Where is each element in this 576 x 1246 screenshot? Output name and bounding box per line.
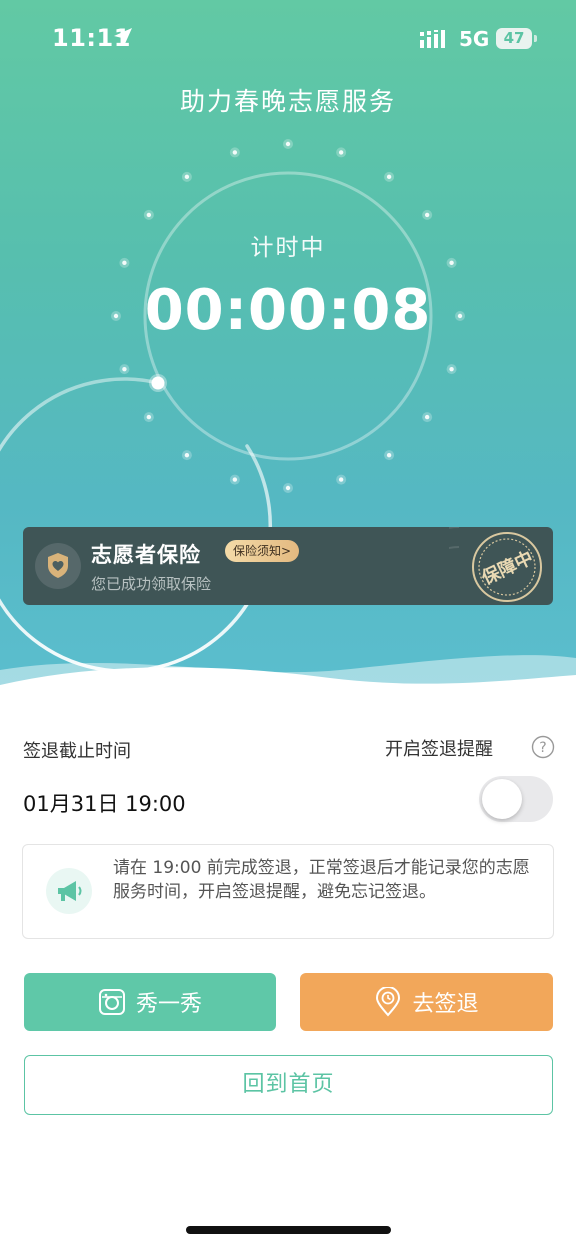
timer-status: 计时中 [250, 235, 326, 261]
home-indicator [186, 1226, 391, 1234]
timer-dial [0, 139, 465, 673]
show-off-button[interactable]: 秀一秀 [24, 973, 276, 1031]
megaphone-icon [46, 868, 92, 914]
dial-dot [122, 366, 127, 372]
dial-dot [424, 212, 430, 218]
reminder-label: 开启签退提醒 [385, 739, 493, 760]
dial-dot [457, 313, 463, 319]
timer-value: 00:00:08 [144, 278, 432, 343]
wave-decoration [0, 655, 576, 720]
dial-dot [449, 260, 454, 266]
notice-text: 请在 19:00 前完成签退，正常签退后才能记录您的志愿服务时间，开启签退提醒，… [113, 858, 530, 902]
notice-box: 请在 19:00 前完成签退，正常签退后才能记录您的志愿服务时间，开启签退提醒，… [22, 844, 554, 939]
checkout-label: 去签退 [412, 992, 479, 1017]
dial-dot [285, 141, 291, 147]
dial-dot [338, 477, 344, 482]
dial-ring [0, 377, 272, 673]
dial-dot [232, 150, 238, 155]
checkout-deadline-value: 01月31日 19:00 [23, 792, 186, 816]
svg-text:?: ? [539, 740, 546, 756]
dial-dot [113, 313, 119, 319]
location-clock-icon [376, 987, 401, 1017]
insurance-card[interactable]: 志愿者保险 保险须知> 您已成功领取保险 保障中 [23, 527, 553, 605]
dial-dot [424, 414, 430, 420]
show-off-label: 秀一秀 [135, 992, 202, 1017]
back-home-button[interactable]: 回到首页 [24, 1055, 553, 1115]
dial-dot [184, 452, 190, 458]
help-icon[interactable]: ? [531, 735, 555, 759]
dial-dot [122, 260, 127, 266]
dial-dot [285, 485, 291, 491]
toggle-knob [482, 779, 522, 819]
camera-icon [98, 989, 125, 1015]
dial-handle [151, 376, 165, 390]
checkout-button[interactable]: 去签退 [300, 973, 553, 1031]
shield-heart-icon [35, 543, 81, 589]
insurance-stamp-text: 保障中 [477, 547, 536, 590]
checkout-deadline-label: 签退截止时间 [23, 741, 131, 762]
insurance-title: 志愿者保险 [91, 543, 201, 567]
dial-dot [184, 174, 190, 180]
dial-dot [386, 174, 392, 180]
insurance-active-stamp: 保障中 [449, 527, 542, 602]
dial-dot [386, 452, 392, 458]
dial-dot [146, 212, 152, 218]
insurance-notice-link[interactable]: 保险须知> [225, 540, 300, 562]
dial-dot [449, 366, 454, 372]
dial-dot [232, 477, 238, 482]
reminder-toggle[interactable] [479, 776, 553, 822]
hero-section: 11:11 5G 47 助力春晚志愿服务 计时中 00:00:08 志愿者保险 … [0, 0, 576, 720]
dial-dot [146, 414, 152, 420]
dial-dot [338, 150, 344, 155]
insurance-subtitle: 您已成功领取保险 [91, 575, 212, 593]
